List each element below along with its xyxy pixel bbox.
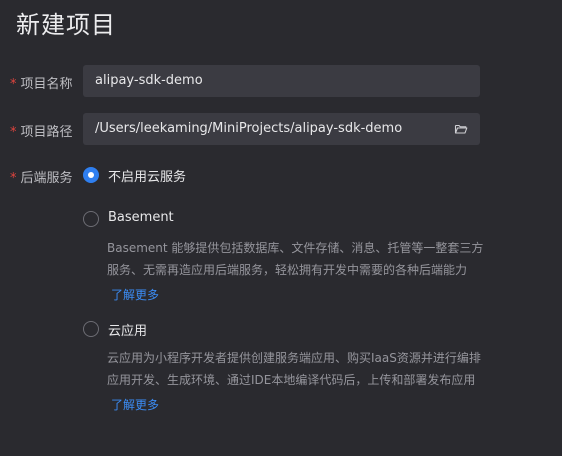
folder-open-icon[interactable]	[454, 122, 468, 136]
project-name-row: * 项目名称 alipay-sdk-demo	[0, 65, 562, 97]
basement-description: Basement 能够提供包括数据库、文件存储、消息、托管等一整套三方 服务、无…	[107, 237, 487, 281]
project-path-label: * 项目路径	[10, 121, 73, 140]
cloud-app-description-line: 应用开发、生成环境、通过IDE本地编译代码后，上传和部署发布应用	[107, 373, 476, 387]
cloud-app-description: 云应用为小程序开发者提供创建服务端应用、购买IaaS资源并进行编排 应用开发、生…	[107, 347, 487, 391]
backend-option-cloud-app-label: 云应用	[108, 324, 148, 339]
project-name-value: alipay-sdk-demo	[95, 73, 203, 88]
backend-option-basement-label: Basement	[108, 210, 174, 225]
project-name-label-text: 项目名称	[20, 77, 73, 92]
project-path-row: * 项目路径 /Users/leekaming/MiniProjects/alip…	[0, 113, 562, 145]
basement-learn-more-link[interactable]: 了解更多	[111, 286, 159, 303]
basement-description-line: 服务、无需再造应用后端服务，轻松拥有开发中需要的各种后端能力	[107, 263, 468, 277]
required-mark: *	[10, 171, 17, 186]
project-path-label-text: 项目路径	[20, 125, 73, 140]
radio-unchecked[interactable]	[83, 211, 99, 227]
backend-option-none-label: 不启用云服务	[108, 170, 187, 185]
required-mark: *	[10, 125, 17, 140]
backend-option-none[interactable]: 不启用云服务	[83, 167, 213, 185]
backend-service-row: * 后端服务 不启用云服务 Basement Basement 能够提供包括数据库…	[0, 166, 562, 426]
backend-service-label: * 后端服务	[10, 167, 73, 186]
project-name-label: * 项目名称	[10, 73, 73, 92]
backend-option-basement[interactable]: Basement	[83, 210, 193, 229]
backend-service-label-text: 后端服务	[20, 171, 73, 186]
basement-description-line: Basement 能够提供包括数据库、文件存储、消息、托管等一整套三方	[107, 241, 484, 255]
project-path-value: /Users/leekaming/MiniProjects/alipay-sdk…	[95, 121, 403, 136]
project-path-input[interactable]: /Users/leekaming/MiniProjects/alipay-sdk…	[83, 113, 480, 145]
cloud-app-description-line: 云应用为小程序开发者提供创建服务端应用、购买IaaS资源并进行编排	[107, 351, 481, 365]
radio-unchecked[interactable]	[83, 321, 99, 337]
cloud-app-learn-more-link[interactable]: 了解更多	[111, 396, 159, 413]
page-title: 新建项目	[16, 11, 116, 39]
project-name-input[interactable]: alipay-sdk-demo	[83, 65, 480, 97]
backend-option-cloud-app[interactable]: 云应用	[83, 321, 173, 339]
required-mark: *	[10, 77, 17, 92]
radio-checked[interactable]	[83, 167, 99, 183]
